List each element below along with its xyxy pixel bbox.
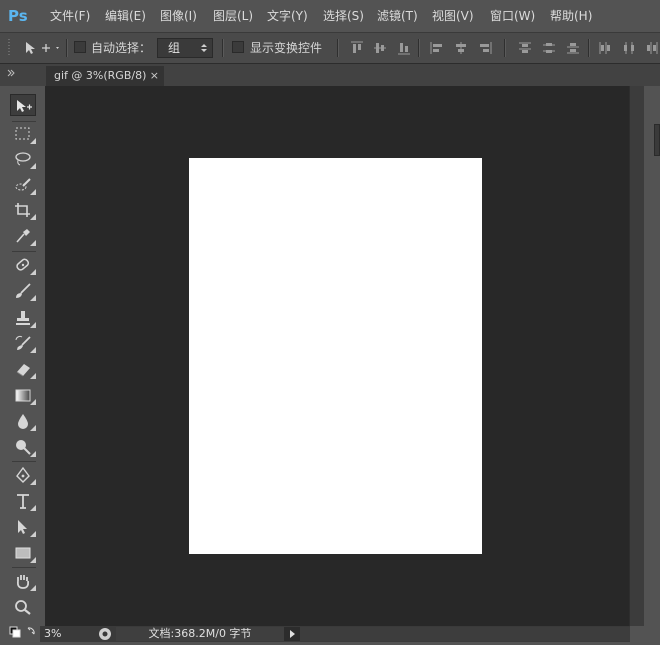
- tool-dodge[interactable]: [10, 436, 36, 458]
- tool-clone-stamp[interactable]: [10, 307, 36, 329]
- distribute-right-icon[interactable]: [645, 41, 659, 55]
- tool-quick-select[interactable]: [10, 174, 36, 196]
- show-transform-checkbox[interactable]: [232, 41, 244, 53]
- menu-filter[interactable]: 滤镜(T): [377, 0, 418, 32]
- align-horizontal-centers-icon[interactable]: [454, 41, 468, 55]
- tool-gradient[interactable]: [10, 384, 36, 406]
- move-icon: [17, 100, 32, 112]
- menu-image[interactable]: 图像(I): [160, 0, 197, 32]
- align-right-edges-icon[interactable]: [478, 41, 492, 55]
- camera-icon: [99, 628, 111, 640]
- updown-arrows-icon: [201, 44, 207, 52]
- menu-file[interactable]: 文件(F): [50, 0, 90, 32]
- auto-select-checkbox[interactable]: [74, 41, 86, 53]
- document-canvas[interactable]: [189, 158, 482, 554]
- right-panel-dock: [644, 86, 660, 642]
- align-bottom-edges-icon[interactable]: [397, 41, 411, 55]
- distribute-left-icon[interactable]: [598, 41, 612, 55]
- toolbox-header[interactable]: [0, 64, 40, 86]
- tool-move[interactable]: [10, 94, 36, 116]
- tool-marquee[interactable]: [10, 123, 36, 145]
- menu-view[interactable]: 视图(V): [432, 0, 474, 32]
- tool-healing-brush[interactable]: [10, 254, 36, 276]
- tool-rectangle[interactable]: [10, 542, 36, 564]
- document-size-info: 文档:368.2M/0 字节: [116, 627, 284, 641]
- zoom-level-field[interactable]: 3%: [44, 627, 94, 641]
- align-left-edges-icon[interactable]: [430, 41, 444, 55]
- tool-lasso[interactable]: [10, 148, 36, 170]
- close-tab-button[interactable]: ×: [150, 66, 159, 86]
- vertical-scrollbar[interactable]: [629, 86, 644, 626]
- default-colors-icon: [9, 626, 35, 638]
- menu-bar: Ps 文件(F) 编辑(E) 图像(I) 图层(L) 文字(Y) 选择(S) 滤…: [0, 0, 660, 32]
- tool-history-brush[interactable]: [10, 332, 36, 354]
- tool-type[interactable]: [10, 490, 36, 512]
- tool-path-select[interactable]: [10, 516, 36, 538]
- menu-edit[interactable]: 编辑(E): [105, 0, 146, 32]
- status-info-button[interactable]: [98, 627, 112, 641]
- distribute-vertical-centers-icon[interactable]: [542, 41, 556, 55]
- options-grip[interactable]: [8, 39, 10, 57]
- play-arrow-icon: [290, 630, 295, 638]
- menu-window[interactable]: 窗口(W): [490, 0, 535, 32]
- menu-type[interactable]: 文字(Y): [267, 0, 308, 32]
- app-logo: Ps: [8, 7, 28, 25]
- auto-select-dropdown[interactable]: 组: [157, 38, 213, 58]
- menu-help[interactable]: 帮助(H): [550, 0, 592, 32]
- distribute-top-icon[interactable]: [518, 41, 532, 55]
- tool-crop[interactable]: [10, 199, 36, 221]
- distribute-bottom-icon[interactable]: [566, 41, 580, 55]
- tool-hand[interactable]: [10, 570, 36, 592]
- tool-preset-picker[interactable]: [22, 39, 62, 57]
- zoom-icon: [15, 600, 31, 615]
- auto-select-value: 组: [168, 41, 181, 55]
- auto-select-label: 自动选择：: [91, 41, 152, 55]
- document-tab-title: gif @ 3%(RGB/8): [54, 69, 147, 82]
- menu-layer[interactable]: 图层(L): [213, 0, 253, 32]
- tool-blur[interactable]: [10, 410, 36, 432]
- collapse-arrows-icon: [7, 69, 15, 77]
- distribute-horizontal-centers-icon[interactable]: [622, 41, 636, 55]
- show-transform-label: 显示变换控件: [250, 41, 323, 55]
- move-icon: [26, 42, 59, 54]
- options-bar: 自动选择： 组 显示变换控件: [0, 32, 660, 64]
- tool-eyedropper[interactable]: [10, 225, 36, 247]
- toolbox: [4, 88, 40, 624]
- tool-zoom[interactable]: [10, 596, 36, 618]
- document-tab[interactable]: gif @ 3%(RGB/8) ×: [46, 66, 164, 86]
- color-swatch-controls[interactable]: [4, 624, 40, 642]
- tool-eraser[interactable]: [10, 358, 36, 380]
- status-menu-button[interactable]: [284, 627, 300, 641]
- collapsed-panel-button[interactable]: [654, 124, 660, 156]
- tool-brush[interactable]: [10, 280, 36, 302]
- align-vertical-centers-icon[interactable]: [373, 41, 387, 55]
- align-top-edges-icon[interactable]: [350, 41, 364, 55]
- tool-pen[interactable]: [10, 464, 36, 486]
- horizontal-scrollbar[interactable]: [300, 627, 630, 641]
- menu-select[interactable]: 选择(S): [323, 0, 364, 32]
